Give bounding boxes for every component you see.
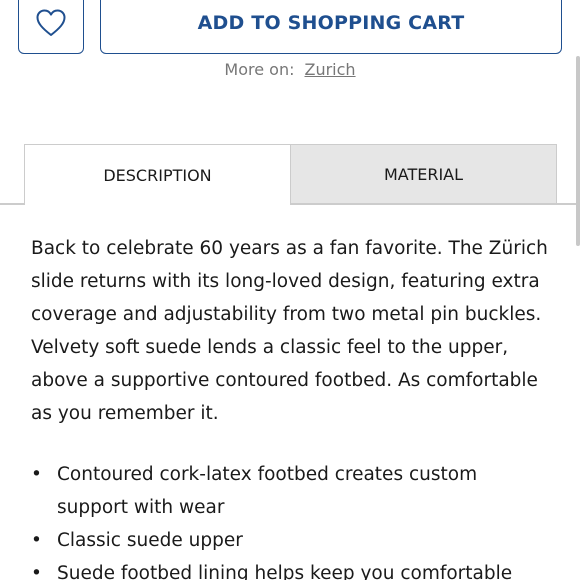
feature-text: Classic suede upper [57, 530, 243, 551]
scrollbar[interactable] [576, 56, 580, 246]
tab-description[interactable]: DESCRIPTION [24, 144, 291, 205]
product-description: Back to celebrate 60 years as a fan favo… [31, 238, 548, 424]
feature-text: Contoured cork-latex footbed creates cus… [57, 464, 478, 518]
more-on-row: More on: Zurich [0, 60, 580, 79]
bullet-icon: • [31, 464, 42, 485]
wishlist-button[interactable] [18, 0, 84, 54]
add-to-cart-button[interactable]: ADD TO SHOPPING CART [100, 0, 562, 54]
feature-list: • Contoured cork-latex footbed creates cu… [31, 458, 551, 580]
list-item: • Suede footbed lining helps keep you com… [31, 557, 551, 580]
more-on-label: More on: [224, 60, 295, 79]
list-item: • Classic suede upper [31, 524, 551, 557]
list-item: • Contoured cork-latex footbed creates cu… [31, 458, 551, 524]
bullet-icon: • [31, 563, 42, 580]
more-on-link[interactable]: Zurich [305, 60, 356, 79]
tab-material[interactable]: MATERIAL [290, 144, 557, 204]
heart-icon [36, 9, 66, 37]
bullet-icon: • [31, 530, 42, 551]
feature-text: Suede footbed lining helps keep you comf… [57, 563, 513, 580]
